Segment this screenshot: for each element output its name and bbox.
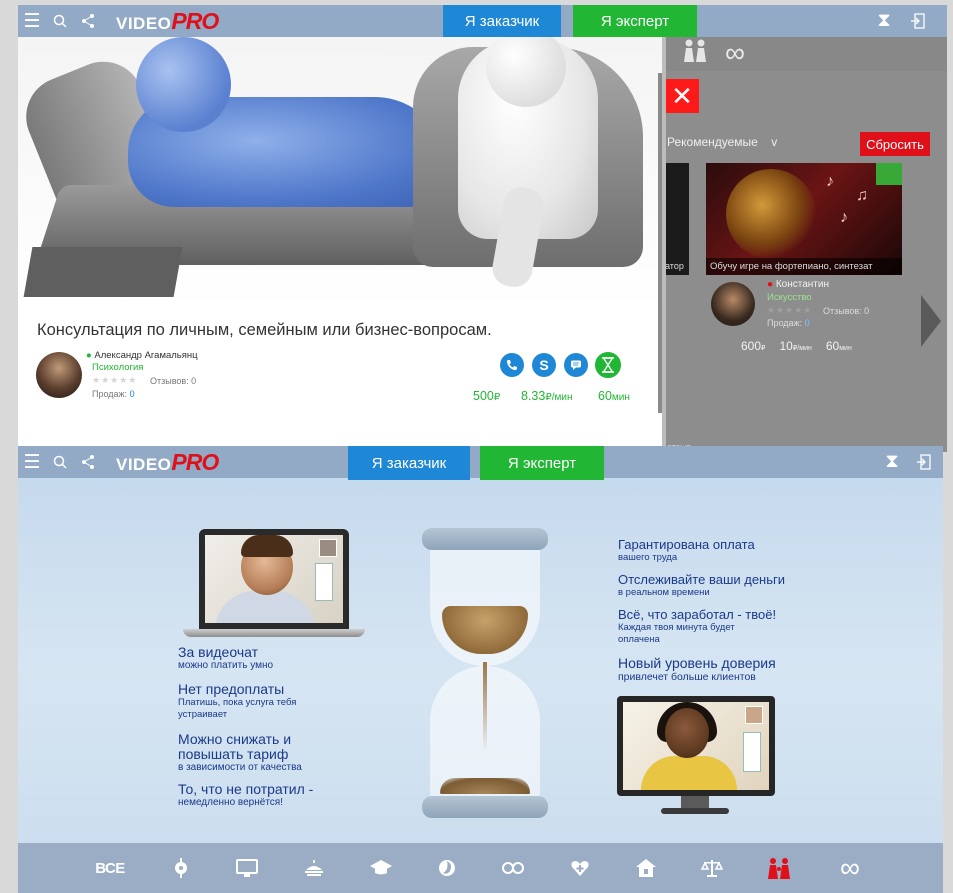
sort-dropdown[interactable]: Рекомендуемые v bbox=[667, 135, 777, 149]
avatar[interactable] bbox=[36, 352, 82, 398]
left-feature-3: Можно снижать и повышать тариф в зависим… bbox=[178, 731, 302, 774]
laptop-base bbox=[183, 629, 365, 637]
right-feature-1: Гарантирована оплата вашего труда bbox=[618, 537, 755, 563]
videopro-logo[interactable]: VIDEO PRO bbox=[116, 8, 219, 35]
sofa-side bbox=[23, 247, 183, 297]
chevron-down-icon: v bbox=[771, 135, 778, 149]
rating-stars: ★★★★★ bbox=[767, 305, 813, 315]
left-feature-1: За видеочат можно платить умно bbox=[178, 644, 274, 672]
price-row: 600₽ 10₽/мин 60мин bbox=[741, 339, 852, 353]
phone-app-icon bbox=[743, 732, 761, 772]
service-card-thumbnail[interactable]: атор bbox=[663, 163, 689, 275]
category-all[interactable]: ВСЕ bbox=[88, 843, 132, 893]
left-feature-4: То, что не потратил - немедленно вернётс… bbox=[178, 781, 314, 809]
scrollbar[interactable] bbox=[658, 73, 662, 413]
background-category-row: ∞ bbox=[663, 35, 947, 71]
hourglass-icon[interactable]: ⧗ bbox=[870, 5, 898, 37]
service-card-thumbnail[interactable]: ♪ ♫ ♪ Обучу игре на фортепиано, синтезат bbox=[706, 163, 902, 275]
top-screen: ∞ ✕ Рекомендуемые v Сбросить атор ♪ ♫ ♪ … bbox=[18, 5, 947, 452]
card-corner-badge bbox=[876, 163, 902, 185]
category-education-icon[interactable] bbox=[364, 843, 398, 893]
category-realty-icon[interactable] bbox=[629, 843, 663, 893]
category-law-icon[interactable] bbox=[695, 843, 729, 893]
price-per-minute: 8.33₽/мин bbox=[521, 389, 573, 403]
service-card-caption: атор bbox=[665, 261, 684, 271]
hourglass-top-cap bbox=[422, 528, 548, 550]
search-icon[interactable] bbox=[46, 5, 74, 37]
chat-button[interactable] bbox=[564, 353, 588, 377]
logout-icon[interactable] bbox=[904, 5, 932, 37]
reset-button[interactable]: Сбросить bbox=[860, 132, 930, 156]
close-filter-button[interactable]: ✕ bbox=[665, 79, 699, 113]
category-computer-icon[interactable] bbox=[230, 843, 264, 893]
menu-icon[interactable]: ☰ bbox=[18, 5, 46, 37]
sort-label: Рекомендуемые bbox=[667, 135, 758, 149]
monitor-foot bbox=[661, 808, 729, 814]
phone-app-icon bbox=[315, 563, 333, 601]
infinity-icon: ∞ bbox=[725, 37, 745, 68]
online-dot-icon: ● bbox=[86, 350, 92, 361]
avatar[interactable] bbox=[711, 282, 755, 326]
videopro-logo[interactable]: VIDEO PRO bbox=[116, 449, 219, 476]
next-arrow-icon[interactable] bbox=[921, 295, 941, 347]
customer-button[interactable]: Я заказчик bbox=[348, 446, 470, 480]
category-other-infinity-icon[interactable]: ∞ bbox=[830, 843, 870, 893]
right-feature-3: Всё, что заработал - твоё! Каждая твоя м… bbox=[618, 607, 777, 645]
music-note-icon: ♫ bbox=[856, 187, 868, 204]
expert-name[interactable]: ● Константин bbox=[767, 279, 829, 290]
sales-count: Продаж: 0 bbox=[767, 318, 810, 328]
expert-button[interactable]: Я эксперт bbox=[480, 446, 604, 480]
logout-icon[interactable] bbox=[910, 446, 938, 478]
service-card-caption: Обучу игре на фортепиано, синтезат bbox=[706, 258, 902, 275]
skype-button[interactable]: S bbox=[532, 353, 556, 377]
sales-count: Продаж: 0 bbox=[92, 389, 135, 399]
search-icon[interactable] bbox=[46, 446, 74, 478]
expert-name[interactable]: ● Александр Агамальянц bbox=[86, 350, 198, 361]
category-bar: ВСЕ ∞ bbox=[18, 843, 943, 893]
category-health-icon[interactable] bbox=[563, 843, 597, 893]
expert-button[interactable]: Я эксперт bbox=[573, 5, 697, 37]
customer-button[interactable]: Я заказчик bbox=[443, 5, 561, 37]
category-art-icon[interactable] bbox=[164, 843, 198, 893]
share-icon[interactable] bbox=[74, 446, 102, 478]
patient-figure-head bbox=[136, 37, 231, 132]
category-sports-icon[interactable] bbox=[496, 843, 530, 893]
session-duration: 60мин bbox=[598, 389, 630, 403]
family-icon bbox=[681, 38, 709, 68]
category-family-icon[interactable] bbox=[762, 843, 796, 893]
sand-bottom bbox=[440, 778, 530, 794]
expert-category: Психология bbox=[92, 362, 144, 373]
expert-category: Искусство bbox=[767, 292, 812, 303]
pip-video-icon bbox=[319, 539, 337, 557]
background-catalog: ∞ ✕ Рекомендуемые v Сбросить атор ♪ ♫ ♪ … bbox=[663, 5, 947, 452]
hourglass-timer-button[interactable] bbox=[595, 352, 621, 378]
rating-stars: ★★★★★ bbox=[92, 375, 138, 385]
laptop-video-chat-image bbox=[199, 529, 349, 629]
fixed-price: 500₽ bbox=[473, 389, 501, 403]
service-title: Консультация по личным, семейным или биз… bbox=[37, 321, 492, 339]
saxophone-image bbox=[726, 169, 816, 259]
music-note-icon: ♪ bbox=[840, 209, 848, 226]
right-feature-4: Новый уровень доверия привлечет больше к… bbox=[618, 655, 776, 684]
pip-video-icon bbox=[745, 706, 763, 724]
status-dot-icon: ● bbox=[767, 279, 774, 290]
category-beauty-icon[interactable] bbox=[430, 843, 464, 893]
reviews-count: Отзывов: 0 bbox=[150, 376, 197, 386]
sand-stream bbox=[483, 662, 487, 752]
share-icon[interactable] bbox=[74, 5, 102, 37]
service-popup: Консультация по личным, семейным или биз… bbox=[18, 37, 666, 452]
left-feature-2: Нет предоплаты Платишь, пока услуга тебя… bbox=[178, 681, 297, 721]
bottom-screen: ☰ VIDEO PRO ⧗ Я заказчик Я эксперт За вид… bbox=[18, 446, 943, 893]
phone-call-button[interactable] bbox=[500, 353, 524, 377]
monitor-video-chat-image bbox=[617, 696, 775, 796]
music-note-icon: ♪ bbox=[826, 173, 834, 190]
hourglass-image bbox=[410, 518, 560, 818]
service-hero-image bbox=[18, 37, 662, 309]
menu-icon[interactable]: ☰ bbox=[18, 446, 46, 478]
hourglass-icon[interactable]: ⧗ bbox=[878, 446, 906, 478]
right-feature-2: Отслеживайте ваши деньги в реальном врем… bbox=[618, 572, 786, 598]
category-cooking-icon[interactable] bbox=[297, 843, 331, 893]
reviews-count: Отзывов: 0 bbox=[823, 306, 870, 316]
hourglass-bottom-cap bbox=[422, 796, 548, 818]
